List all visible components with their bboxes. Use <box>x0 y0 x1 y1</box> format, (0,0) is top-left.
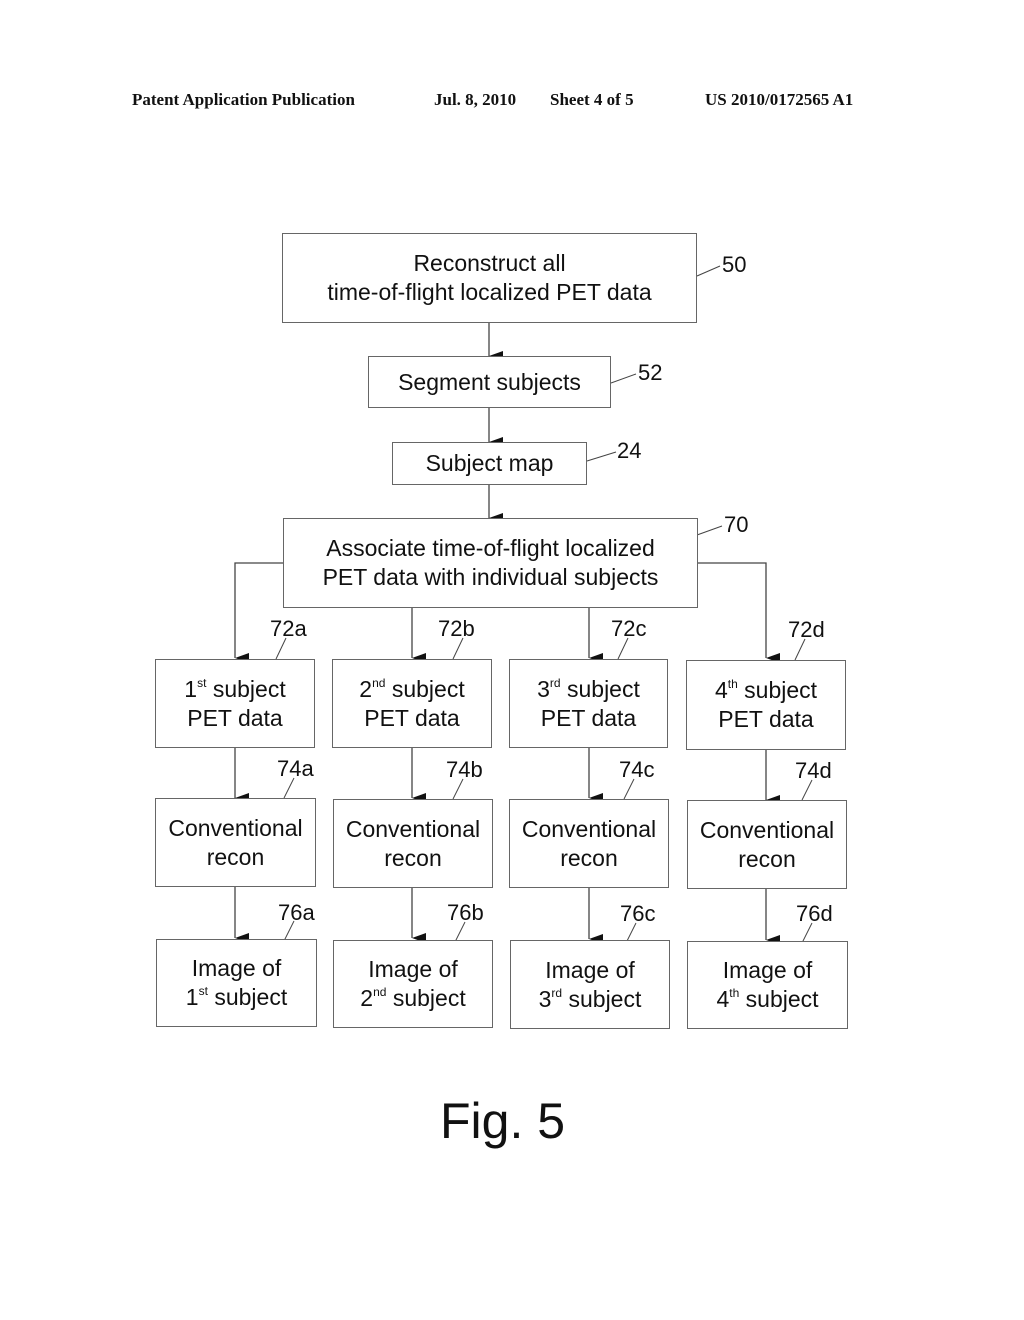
image-1-line1: Image of <box>191 955 282 981</box>
step-segment-label: Segment subjects <box>398 368 581 395</box>
arrow-70-to-72a <box>234 562 283 663</box>
pet-data-4-line1: 4th subject <box>715 676 817 705</box>
recon-box-3: Conventional recon <box>509 799 669 888</box>
leader-50 <box>696 265 721 277</box>
recon-4-line2: recon <box>738 845 796 872</box>
pet-data-1-word: subject <box>212 675 286 702</box>
ordinal-number: 4 <box>714 677 728 703</box>
pet-data-box-3: 3rd subject PET data <box>509 659 668 748</box>
ordinal-suffix: th <box>727 677 738 691</box>
pet-data-4-word: subject <box>744 677 818 703</box>
ordinal-suffix: st <box>197 675 207 690</box>
image-2-word: subject <box>392 985 466 1011</box>
step-associate-line1: Associate time-of-flight localized <box>326 535 655 561</box>
step-segment-box: Segment subjects <box>368 356 611 408</box>
ref-76a: 76a <box>278 900 315 925</box>
image-4-line2: 4th subject <box>716 985 818 1014</box>
pet-data-box-4: 4th subject PET data <box>686 660 846 750</box>
ordinal-suffix: st <box>198 984 208 998</box>
pet-data-box-2: 2nd subject PET data <box>332 659 492 748</box>
recon-box-4: Conventional recon <box>687 800 847 889</box>
step-reconstruct-box: Reconstruct all time-of-flight localized… <box>282 233 697 323</box>
ordinal-number: 2 <box>359 675 373 702</box>
image-1-line2: 1st subject <box>186 983 287 1012</box>
pet-data-3-line2: PET data <box>540 704 637 731</box>
recon-4-line1: Conventional <box>699 816 835 843</box>
recon-box-1: Conventional recon <box>155 798 316 887</box>
step-reconstruct-line2: time-of-flight localized PET data <box>327 279 652 305</box>
recon-1-line2: recon <box>206 843 265 870</box>
ref-52: 52 <box>638 360 663 385</box>
arrow-70-to-72d <box>697 562 780 663</box>
ref-74c: 74c <box>619 757 655 782</box>
image-2-line2: 2nd subject <box>360 984 465 1013</box>
pet-data-box-1: 1st subject PET data <box>155 659 315 748</box>
leader-70 <box>696 525 723 536</box>
step-subject-map-label: Subject map <box>425 450 554 476</box>
recon-box-2: Conventional recon <box>333 799 493 888</box>
pet-data-1-line2: PET data <box>187 704 283 731</box>
ordinal-number: 1 <box>185 984 199 1010</box>
step-subject-map-box: Subject map <box>392 442 587 485</box>
ordinal-number: 1 <box>184 675 198 702</box>
leader-52 <box>610 373 637 384</box>
step-reconstruct-line1: Reconstruct all <box>413 250 566 276</box>
ordinal-number: 3 <box>537 675 550 702</box>
recon-3-line1: Conventional <box>521 815 657 842</box>
ordinal-suffix: nd <box>372 675 386 690</box>
image-box-2: Image of 2nd subject <box>333 940 493 1028</box>
pet-data-3-word: subject <box>566 675 640 702</box>
image-2-line1: Image of <box>368 956 458 982</box>
image-box-3: Image of 3rd subject <box>510 940 670 1029</box>
ref-72c: 72c <box>611 616 647 641</box>
ref-72d: 72d <box>788 617 825 642</box>
ref-74b: 74b <box>446 757 483 782</box>
ordinal-suffix: rd <box>549 675 561 690</box>
image-3-line2: 3rd subject <box>539 985 642 1014</box>
pet-data-2-line1: 2nd subject <box>359 675 464 704</box>
recon-2-line1: Conventional <box>345 815 481 842</box>
pet-data-1-line1: 1st subject <box>184 675 285 704</box>
image-1-word: subject <box>214 984 288 1010</box>
image-3-word: subject <box>568 985 642 1012</box>
ref-76c: 76c <box>620 901 656 926</box>
ordinal-suffix: nd <box>373 985 387 999</box>
image-3-line1: Image of <box>545 956 635 983</box>
ref-74d: 74d <box>795 758 832 783</box>
ref-76b: 76b <box>447 900 484 925</box>
image-4-word: subject <box>745 986 819 1012</box>
step-associate-line2: PET data with individual subjects <box>322 564 659 590</box>
pet-data-3-line1: 3rd subject <box>537 675 640 704</box>
ordinal-suffix: th <box>729 986 740 1000</box>
recon-1-line1: Conventional <box>168 814 303 841</box>
ref-76d: 76d <box>796 901 833 926</box>
ordinal-suffix: rd <box>551 985 563 1000</box>
ref-72b: 72b <box>438 616 475 641</box>
ref-70: 70 <box>724 512 749 537</box>
ref-24: 24 <box>617 438 642 463</box>
image-box-4: Image of 4th subject <box>687 941 848 1029</box>
recon-2-line2: recon <box>384 844 442 871</box>
recon-3-line2: recon <box>560 844 618 871</box>
step-associate-box: Associate time-of-flight localized PET d… <box>283 518 698 608</box>
pet-data-2-line2: PET data <box>364 704 460 731</box>
ref-74a: 74a <box>277 756 314 781</box>
image-box-1: Image of 1st subject <box>156 939 317 1027</box>
ref-50: 50 <box>722 252 747 277</box>
leader-24 <box>586 451 617 462</box>
figure-label: Fig. 5 <box>440 1093 566 1149</box>
ordinal-number: 2 <box>360 985 374 1011</box>
image-4-line1: Image of <box>722 957 813 983</box>
ordinal-number: 3 <box>538 985 552 1012</box>
pet-data-4-line2: PET data <box>718 706 814 732</box>
pet-data-2-word: subject <box>391 675 465 702</box>
ordinal-number: 4 <box>716 986 730 1012</box>
ref-72a: 72a <box>270 616 307 641</box>
